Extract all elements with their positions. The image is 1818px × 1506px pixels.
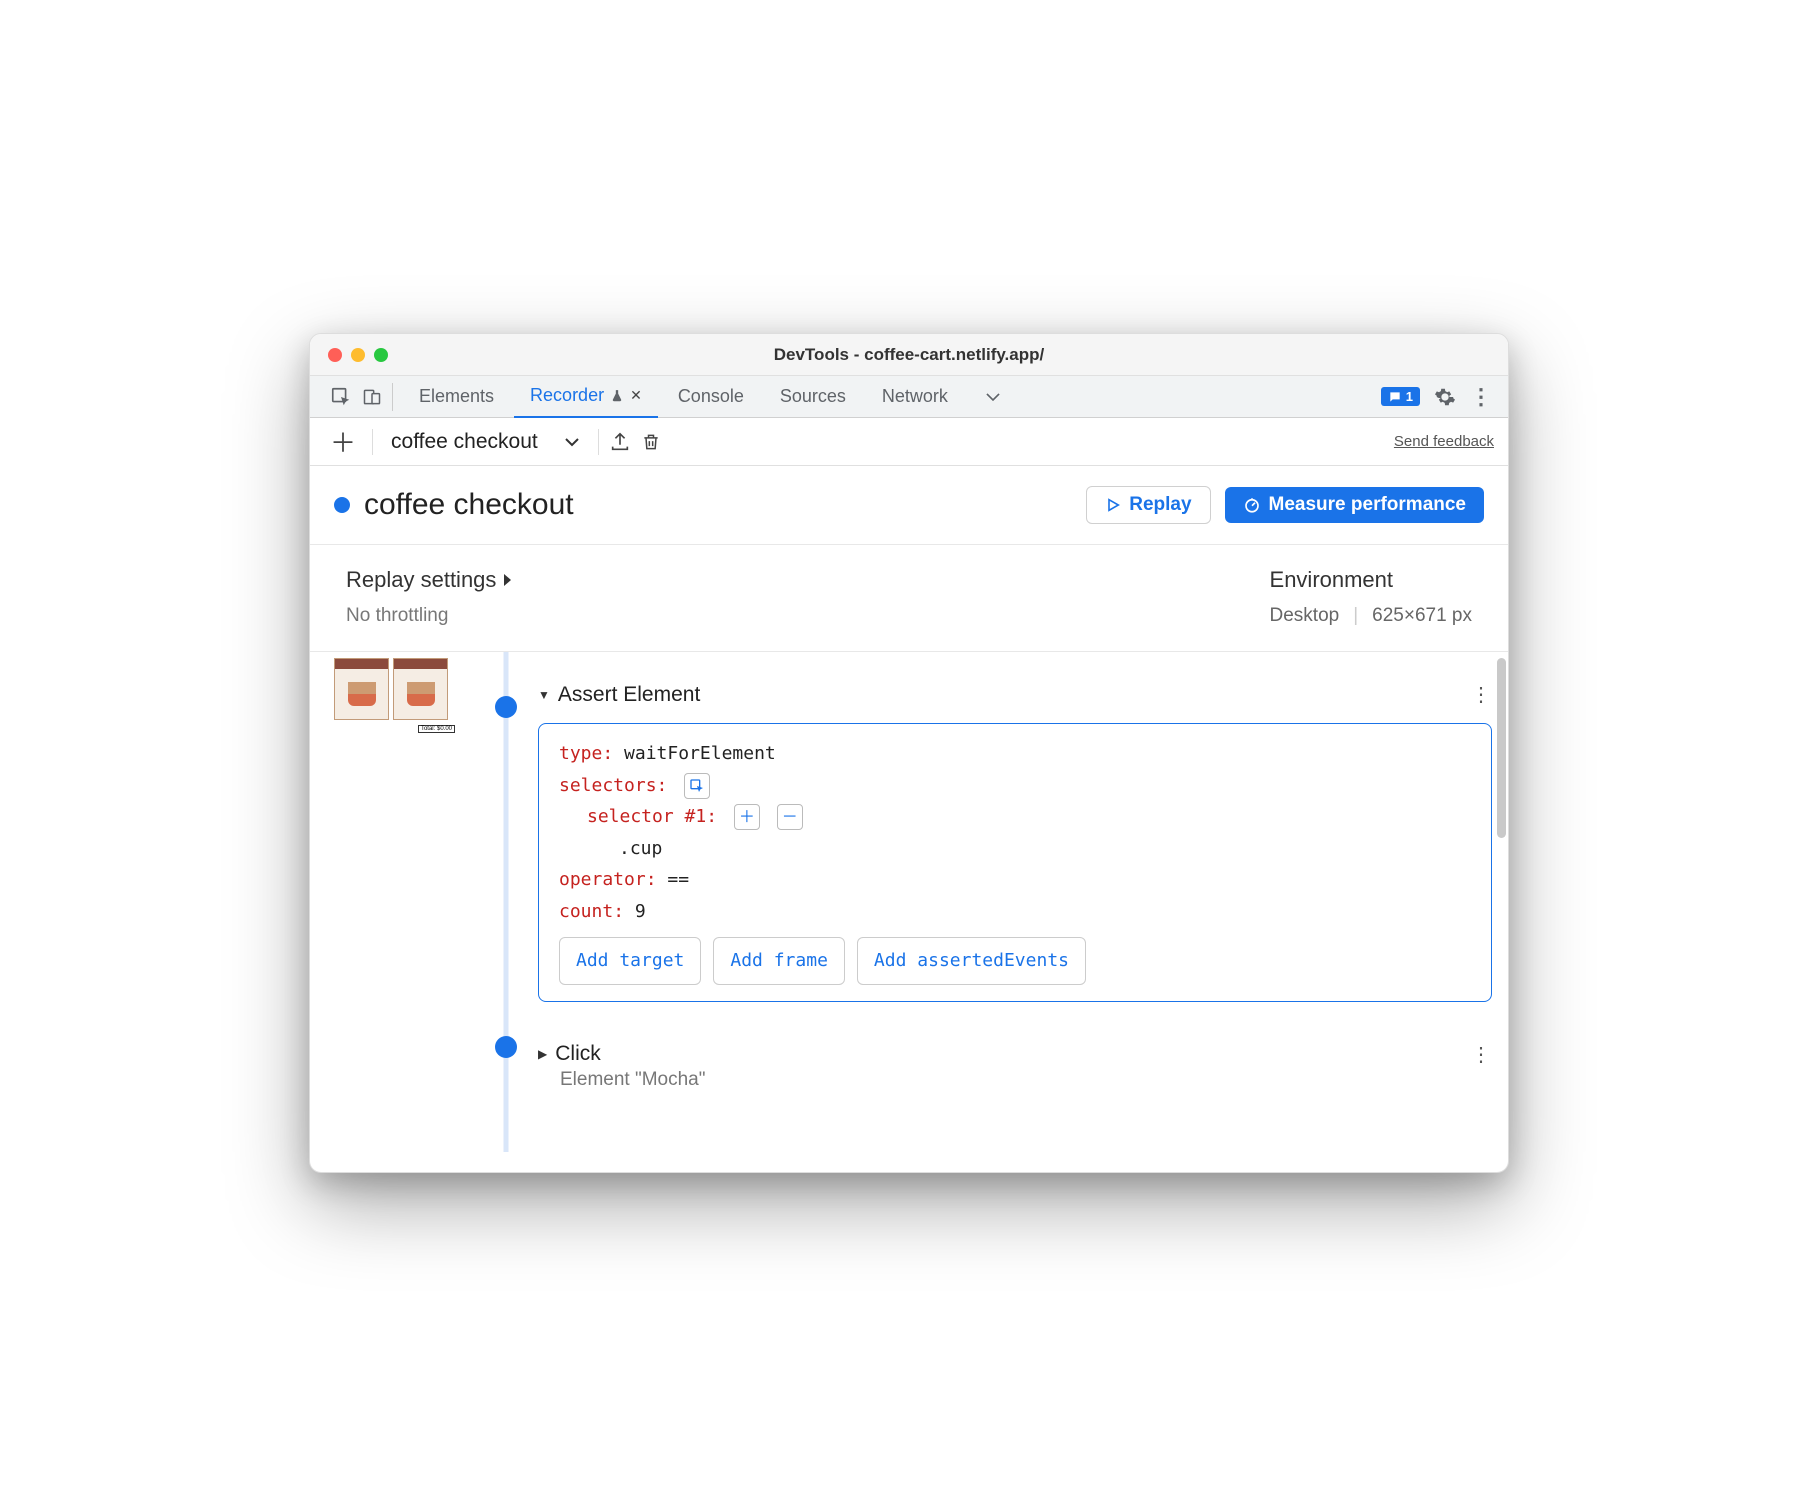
- more-menu-icon[interactable]: ⋮: [1470, 384, 1492, 410]
- maximize-window-button[interactable]: [374, 348, 388, 362]
- recorder-toolbar: ＋ coffee checkout Send feedback: [310, 418, 1508, 466]
- step-more-menu[interactable]: ⋮: [1471, 1042, 1492, 1067]
- settings-icon[interactable]: [1434, 386, 1456, 408]
- step-header[interactable]: ▼ Assert Element ⋮: [538, 682, 1492, 707]
- recording-selector[interactable]: coffee checkout: [383, 430, 588, 454]
- measure-performance-button[interactable]: Measure performance: [1225, 487, 1484, 523]
- environment-value: Desktop | 625×671 px: [1270, 605, 1472, 627]
- timeline: Total: $0.00 ▼ Assert Element ⋮ type: wa…: [310, 652, 1508, 1172]
- traffic-lights: [328, 348, 388, 362]
- window-title: DevTools - coffee-cart.netlify.app/: [310, 345, 1508, 365]
- step-header[interactable]: ▶ Click ⋮: [538, 1042, 1492, 1067]
- step-subtitle: Element "Mocha": [560, 1069, 1492, 1091]
- step-more-menu[interactable]: ⋮: [1471, 682, 1492, 707]
- scrollbar[interactable]: [1497, 658, 1506, 838]
- timeline-track: [486, 652, 526, 1152]
- add-asserted-events-button[interactable]: Add assertedEvents: [857, 937, 1086, 985]
- recording-status-dot: [334, 497, 350, 513]
- replay-settings-toggle[interactable]: Replay settings: [346, 567, 1270, 593]
- environment-heading: Environment: [1270, 567, 1472, 593]
- add-target-button[interactable]: Add target: [559, 937, 701, 985]
- minimize-window-button[interactable]: [351, 348, 365, 362]
- timeline-node-2[interactable]: [495, 1036, 517, 1058]
- add-frame-button[interactable]: Add frame: [713, 937, 845, 985]
- throttling-value: No throttling: [346, 605, 1270, 627]
- tab-recorder[interactable]: Recorder ✕: [514, 376, 658, 418]
- chevron-down-icon: [564, 437, 580, 447]
- titlebar: DevTools - coffee-cart.netlify.app/: [310, 334, 1508, 376]
- tab-console[interactable]: Console: [662, 376, 760, 418]
- thumbnail-1[interactable]: [334, 658, 389, 720]
- tab-elements[interactable]: Elements: [403, 376, 510, 418]
- new-recording-button[interactable]: ＋: [324, 423, 362, 460]
- screenshot-thumbnails: Total: $0.00: [334, 652, 474, 1152]
- close-window-button[interactable]: [328, 348, 342, 362]
- devtools-window: DevTools - coffee-cart.netlify.app/ Elem…: [309, 333, 1509, 1173]
- delete-icon[interactable]: [641, 431, 661, 453]
- tab-sources[interactable]: Sources: [764, 376, 862, 418]
- timeline-node-1[interactable]: [495, 696, 517, 718]
- more-tabs-button[interactable]: [968, 376, 1018, 418]
- step-click: ▶ Click ⋮ Element "Mocha": [538, 1042, 1492, 1091]
- flask-icon: [610, 389, 624, 403]
- inspect-element-icon[interactable]: [330, 386, 352, 408]
- expand-icon: ▶: [538, 1047, 547, 1061]
- export-icon[interactable]: [609, 431, 631, 453]
- send-feedback-link[interactable]: Send feedback: [1394, 433, 1494, 450]
- replay-button[interactable]: Replay: [1086, 486, 1210, 524]
- issues-badge[interactable]: 1: [1381, 387, 1420, 406]
- step-assert-element: ▼ Assert Element ⋮ type: waitForElement …: [538, 682, 1492, 1002]
- main-tabbar: Elements Recorder ✕ Console Sources Netw…: [310, 376, 1508, 418]
- recording-title: coffee checkout: [364, 488, 1072, 522]
- tab-network[interactable]: Network: [866, 376, 964, 418]
- device-toolbar-icon[interactable]: [362, 386, 382, 408]
- element-picker-button[interactable]: [684, 773, 710, 799]
- add-selector-button[interactable]: ＋: [734, 804, 760, 830]
- close-tab-icon[interactable]: ✕: [630, 387, 642, 404]
- collapse-icon: ▼: [538, 688, 550, 702]
- thumbnail-2[interactable]: Total: $0.00: [393, 658, 448, 720]
- steps-list: ▼ Assert Element ⋮ type: waitForElement …: [538, 652, 1492, 1152]
- settings-row: Replay settings No throttling Environmen…: [310, 545, 1508, 652]
- step-detail-panel: type: waitForElement selectors: selector…: [538, 723, 1492, 1002]
- selector-value[interactable]: .cup: [619, 838, 662, 859]
- recording-header: coffee checkout Replay Measure performan…: [310, 466, 1508, 545]
- remove-selector-button[interactable]: －: [777, 804, 803, 830]
